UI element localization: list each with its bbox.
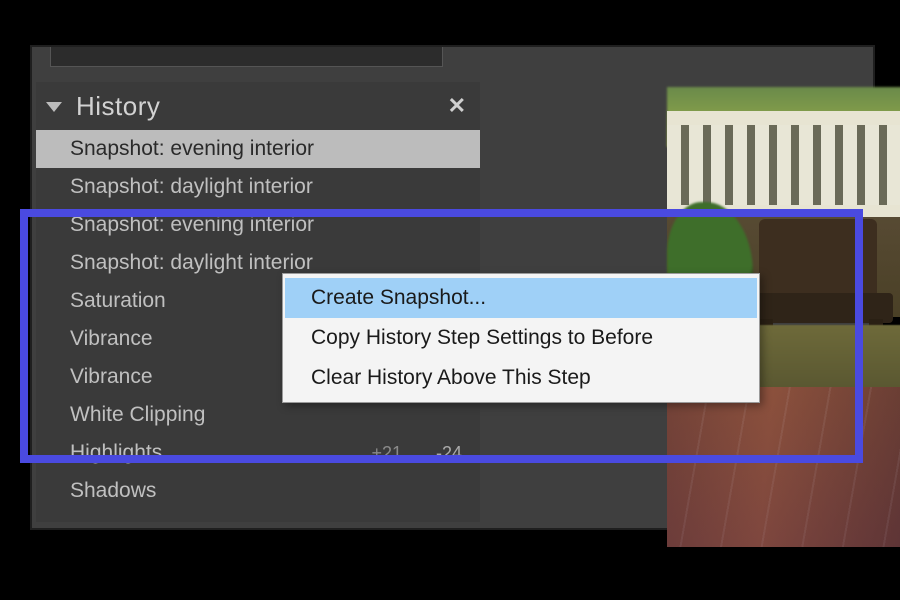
history-step-label: Shadows <box>70 479 332 503</box>
history-step-label: Highlights <box>70 441 332 465</box>
history-step-value: -24 <box>402 443 462 464</box>
context-menu: Create Snapshot...Copy History Step Sett… <box>282 273 760 403</box>
close-icon[interactable]: ✕ <box>448 93 466 119</box>
panel-divider-top <box>50 47 443 67</box>
history-step[interactable]: Shadows <box>36 472 480 510</box>
history-step-label: Snapshot: daylight interior <box>70 175 332 199</box>
history-step-label: White Clipping <box>70 403 332 427</box>
history-panel-title: History <box>76 91 448 122</box>
history-step-delta: +21 <box>332 443 402 464</box>
history-step[interactable]: Snapshot: evening interior <box>36 130 480 168</box>
history-step-label: Snapshot: evening interior <box>70 137 332 161</box>
context-menu-item[interactable]: Create Snapshot... <box>285 278 757 318</box>
history-step[interactable]: Highlights+21-24 <box>36 434 480 472</box>
context-menu-item[interactable]: Copy History Step Settings to Before <box>285 318 757 358</box>
history-step[interactable]: Snapshot: evening interior <box>36 206 480 244</box>
disclosure-triangle-icon[interactable] <box>46 102 62 112</box>
history-step-label: Snapshot: daylight interior <box>70 251 332 275</box>
history-step[interactable]: Snapshot: daylight interior <box>36 168 480 206</box>
context-menu-item[interactable]: Clear History Above This Step <box>285 358 757 398</box>
history-panel-header[interactable]: History ✕ <box>36 82 480 130</box>
history-step-label: Snapshot: evening interior <box>70 213 332 237</box>
